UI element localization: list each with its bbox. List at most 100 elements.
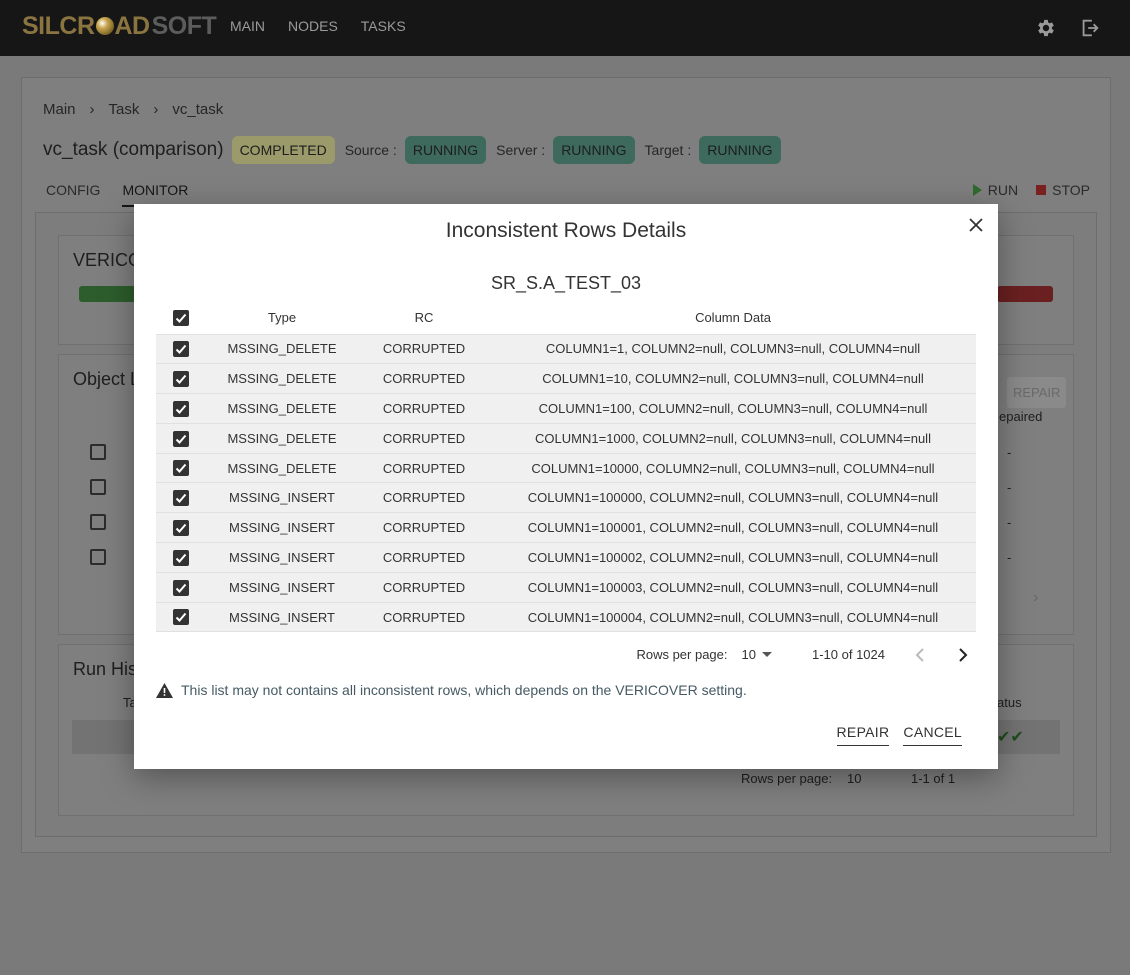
task-header: vc_task (comparison) COMPLETED Source : … bbox=[43, 136, 791, 164]
chevron-right-icon[interactable]: › bbox=[1033, 589, 1038, 607]
modal-pagination: Rows per page: 10 1-10 of 1024 bbox=[636, 647, 968, 662]
gear-icon[interactable] bbox=[1035, 17, 1057, 39]
rows-per-page-label: Rows per page: bbox=[741, 771, 833, 786]
row-select-cell bbox=[156, 452, 206, 483]
status-badge-target: RUNNING bbox=[699, 136, 781, 164]
main-nav: MAIN NODES TASKS bbox=[230, 0, 406, 52]
row-checkbox[interactable] bbox=[173, 519, 189, 536]
warning-note: This list may not contains all inconsist… bbox=[156, 682, 747, 698]
status-column-header: atus bbox=[997, 695, 1022, 710]
row-select-cell bbox=[156, 542, 206, 573]
repaired-value: - bbox=[1007, 445, 1012, 460]
repair-button[interactable]: REPAIR bbox=[836, 724, 890, 746]
chevron-right-icon[interactable] bbox=[958, 647, 968, 662]
cell-type: MSSING_DELETE bbox=[206, 422, 358, 454]
row-checkbox[interactable] bbox=[90, 444, 106, 460]
row-checkbox[interactable] bbox=[173, 609, 189, 626]
cell-rc: CORRUPTED bbox=[358, 482, 490, 513]
row-checkbox[interactable] bbox=[173, 341, 189, 358]
row-select-cell bbox=[156, 393, 206, 424]
chevron-left-icon[interactable] bbox=[915, 647, 925, 662]
row-checkbox[interactable] bbox=[173, 400, 189, 417]
table-row[interactable]: MSSING_INSERT CORRUPTED COLUMN1=100003, CO… bbox=[156, 571, 976, 603]
pagination-range: 1-10 of 1024 bbox=[811, 647, 885, 662]
pagination-range: 1-1 of 1 bbox=[911, 771, 956, 786]
inconsistent-rows-dialog: Inconsistent Rows Details SR_S.A_TEST_03… bbox=[134, 204, 998, 769]
row-checkbox[interactable] bbox=[90, 514, 106, 530]
logout-icon[interactable] bbox=[1079, 17, 1101, 39]
nav-main[interactable]: MAIN bbox=[230, 18, 265, 34]
cell-rc: CORRUPTED bbox=[358, 452, 490, 483]
select-all-cell bbox=[156, 302, 206, 334]
run-label: RUN bbox=[987, 182, 1019, 198]
row-checkbox[interactable] bbox=[90, 549, 106, 565]
select-all-checkbox[interactable] bbox=[173, 310, 189, 327]
close-icon[interactable] bbox=[966, 215, 986, 235]
row-checkbox[interactable] bbox=[90, 479, 106, 495]
rows-per-page-select[interactable]: 10 bbox=[742, 647, 772, 662]
object-list-title: Object L bbox=[73, 369, 141, 389]
rows-per-page-select[interactable]: 10 bbox=[847, 771, 861, 786]
column-header-data[interactable]: Column Data bbox=[490, 302, 976, 334]
row-checkbox[interactable] bbox=[173, 430, 189, 447]
tab-config[interactable]: CONFIG bbox=[46, 182, 100, 207]
status-badge-server: RUNNING bbox=[553, 136, 635, 164]
silcroad-logo[interactable]: SILCR AD SOFT bbox=[22, 10, 217, 42]
run-button[interactable]: RUN bbox=[972, 182, 1019, 198]
column-header-type[interactable]: Type bbox=[206, 302, 358, 334]
cell-type: MSSING_INSERT bbox=[206, 601, 358, 633]
nav-nodes[interactable]: NODES bbox=[288, 18, 338, 34]
cell-type: MSSING_DELETE bbox=[206, 452, 358, 483]
logo-text-mid: AD bbox=[114, 11, 151, 40]
cell-type: MSSING_DELETE bbox=[206, 363, 358, 394]
warning-icon bbox=[156, 682, 173, 698]
stop-button[interactable]: STOP bbox=[1036, 182, 1090, 198]
table-header-row: Type RC Column Data bbox=[156, 302, 976, 334]
bg-repair-button[interactable]: REPAIR bbox=[1007, 377, 1067, 408]
nav-tasks[interactable]: TASKS bbox=[361, 18, 406, 34]
chevron-right-icon: › bbox=[89, 101, 95, 118]
table-row[interactable]: MSSING_DELETE CORRUPTED COLUMN1=10, COLUMN… bbox=[156, 363, 976, 394]
cell-column-data: COLUMN1=100001, COLUMN2=null, COLUMN3=nu… bbox=[490, 512, 976, 543]
inconsistent-rows-table: Type RC Column Data MSSING_DELETE CORRUPT… bbox=[156, 302, 976, 633]
repaired-value: - bbox=[1007, 515, 1012, 530]
cell-column-data: COLUMN1=1000, COLUMN2=null, COLUMN3=null… bbox=[490, 422, 976, 454]
repaired-value: - bbox=[1007, 480, 1012, 495]
table-row[interactable]: MSSING_DELETE CORRUPTED COLUMN1=1, COLUMN2… bbox=[156, 333, 976, 364]
cancel-button[interactable]: CANCEL bbox=[903, 724, 962, 746]
row-checkbox[interactable] bbox=[173, 370, 189, 387]
cell-rc: CORRUPTED bbox=[358, 512, 490, 543]
table-row[interactable]: MSSING_INSERT CORRUPTED COLUMN1=100000, CO… bbox=[156, 482, 976, 513]
breadcrumb-current: vc_task bbox=[172, 101, 224, 118]
cell-rc: CORRUPTED bbox=[358, 542, 490, 573]
table-row[interactable]: MSSING_DELETE CORRUPTED COLUMN1=1000, COLU… bbox=[156, 422, 976, 454]
run-history-title: Run His bbox=[73, 659, 138, 679]
column-header-rc[interactable]: RC bbox=[358, 302, 490, 334]
table-row[interactable]: MSSING_INSERT CORRUPTED COLUMN1=100004, CO… bbox=[156, 601, 976, 633]
cell-column-data: COLUMN1=10, COLUMN2=null, COLUMN3=null, … bbox=[490, 363, 976, 394]
row-select-cell bbox=[156, 333, 206, 364]
row-checkbox[interactable] bbox=[173, 549, 189, 566]
warning-text: This list may not contains all inconsist… bbox=[181, 682, 747, 698]
breadcrumb-main[interactable]: Main bbox=[43, 101, 76, 118]
status-badge-source: RUNNING bbox=[404, 136, 487, 164]
breadcrumb-task[interactable]: Task bbox=[109, 101, 140, 118]
cell-type: MSSING_INSERT bbox=[206, 512, 358, 543]
double-check-icon: ✔✔ bbox=[997, 729, 1024, 746]
cell-rc: CORRUPTED bbox=[358, 333, 490, 364]
table-row[interactable]: MSSING_DELETE CORRUPTED COLUMN1=100, COLUM… bbox=[156, 393, 976, 424]
table-row[interactable]: MSSING_INSERT CORRUPTED COLUMN1=100001, CO… bbox=[156, 512, 976, 543]
logo-text-right: SOFT bbox=[151, 11, 217, 40]
row-checkbox[interactable] bbox=[173, 460, 189, 477]
cell-column-data: COLUMN1=1, COLUMN2=null, COLUMN3=null, C… bbox=[490, 333, 976, 364]
table-row[interactable]: MSSING_INSERT CORRUPTED COLUMN1=100002, CO… bbox=[156, 542, 976, 573]
cell-rc: CORRUPTED bbox=[358, 393, 490, 424]
table-row[interactable]: MSSING_DELETE CORRUPTED COLUMN1=10000, COL… bbox=[156, 452, 976, 483]
row-checkbox[interactable] bbox=[173, 579, 189, 596]
dialog-actions: REPAIR CANCEL bbox=[836, 724, 962, 746]
cell-rc: CORRUPTED bbox=[358, 571, 490, 603]
row-select-cell bbox=[156, 422, 206, 454]
row-select-cell bbox=[156, 363, 206, 394]
row-checkbox[interactable] bbox=[173, 490, 189, 507]
cell-rc: CORRUPTED bbox=[358, 363, 490, 394]
